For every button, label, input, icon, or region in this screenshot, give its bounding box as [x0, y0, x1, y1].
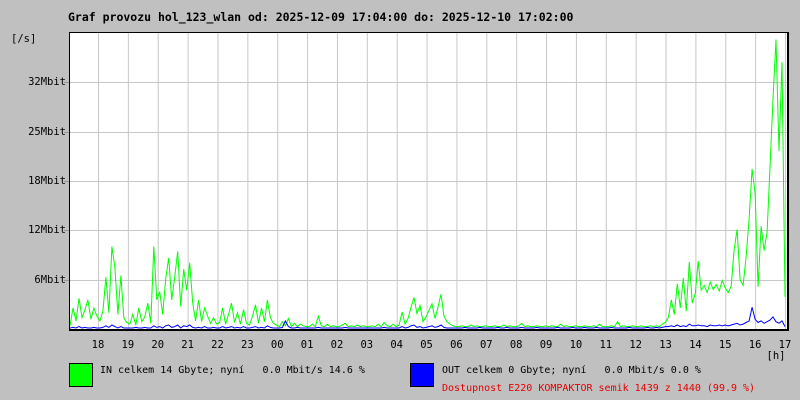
x-tick-label: 06: [450, 339, 463, 351]
x-tick-label: 22: [211, 339, 224, 351]
y-axis-unit-label: [/s]: [11, 33, 37, 45]
y-tick-mark: [64, 280, 69, 281]
plot-area: [69, 32, 789, 331]
x-tick-label: 11: [599, 339, 613, 351]
x-tick-label: 09: [539, 339, 553, 351]
y-tick-mark: [64, 132, 69, 133]
y-tick-mark: [64, 230, 69, 231]
x-tick-label: 01: [300, 339, 314, 351]
mrtg-traffic-graph-page: Graf provozu hol_123_wlan od: 2025-12-09…: [0, 0, 800, 400]
x-tick-label: 15: [718, 339, 732, 351]
y-tick-label: 32Mbit: [28, 76, 66, 88]
x-tick-label: 10: [569, 339, 583, 351]
x-tick-label: 21: [181, 339, 194, 351]
y-tick-label: 6Mbit: [34, 274, 66, 286]
x-tick-label: 12: [629, 339, 642, 351]
x-tick-label: 04: [390, 339, 404, 351]
x-tick-label: 08: [509, 339, 523, 351]
x-tick-label: 03: [360, 339, 374, 351]
x-tick-label: 19: [121, 339, 135, 351]
x-tick-label: 20: [151, 339, 165, 351]
x-tick-label: 18: [91, 339, 105, 351]
y-tick-mark: [64, 82, 69, 83]
x-tick-label: 13: [659, 339, 672, 351]
x-tick-label: 05: [420, 339, 433, 351]
page-title: Graf provozu hol_123_wlan od: 2025-12-09…: [68, 10, 574, 24]
x-tick-label: 02: [330, 339, 344, 351]
y-tick-label: 25Mbit: [28, 126, 66, 138]
x-tick-label: 07: [479, 339, 493, 351]
availability-status-text: Dostupnost E220 KOMPAKTOR semik 1439 z 1…: [442, 383, 756, 394]
in-legend-swatch: [69, 363, 93, 387]
y-tick-label: 12Mbit: [28, 224, 66, 236]
in-legend-label: IN celkem 14 Gbyte; nyní 0.0 Mbit/s 14.6…: [100, 365, 365, 376]
y-tick-mark: [64, 181, 69, 182]
x-tick-label: 00: [270, 339, 284, 351]
x-tick-label: 14: [689, 339, 702, 351]
out-legend-label: OUT celkem 0 Gbyte; nyní 0.0 Mbit/s 0.0 …: [442, 365, 701, 376]
x-axis-unit-label: [h]: [766, 350, 786, 362]
y-tick-label: 18Mbit: [28, 175, 66, 187]
out-legend-swatch: [410, 363, 434, 387]
x-tick-label: 23: [241, 339, 254, 351]
traffic-chart: [70, 33, 787, 329]
